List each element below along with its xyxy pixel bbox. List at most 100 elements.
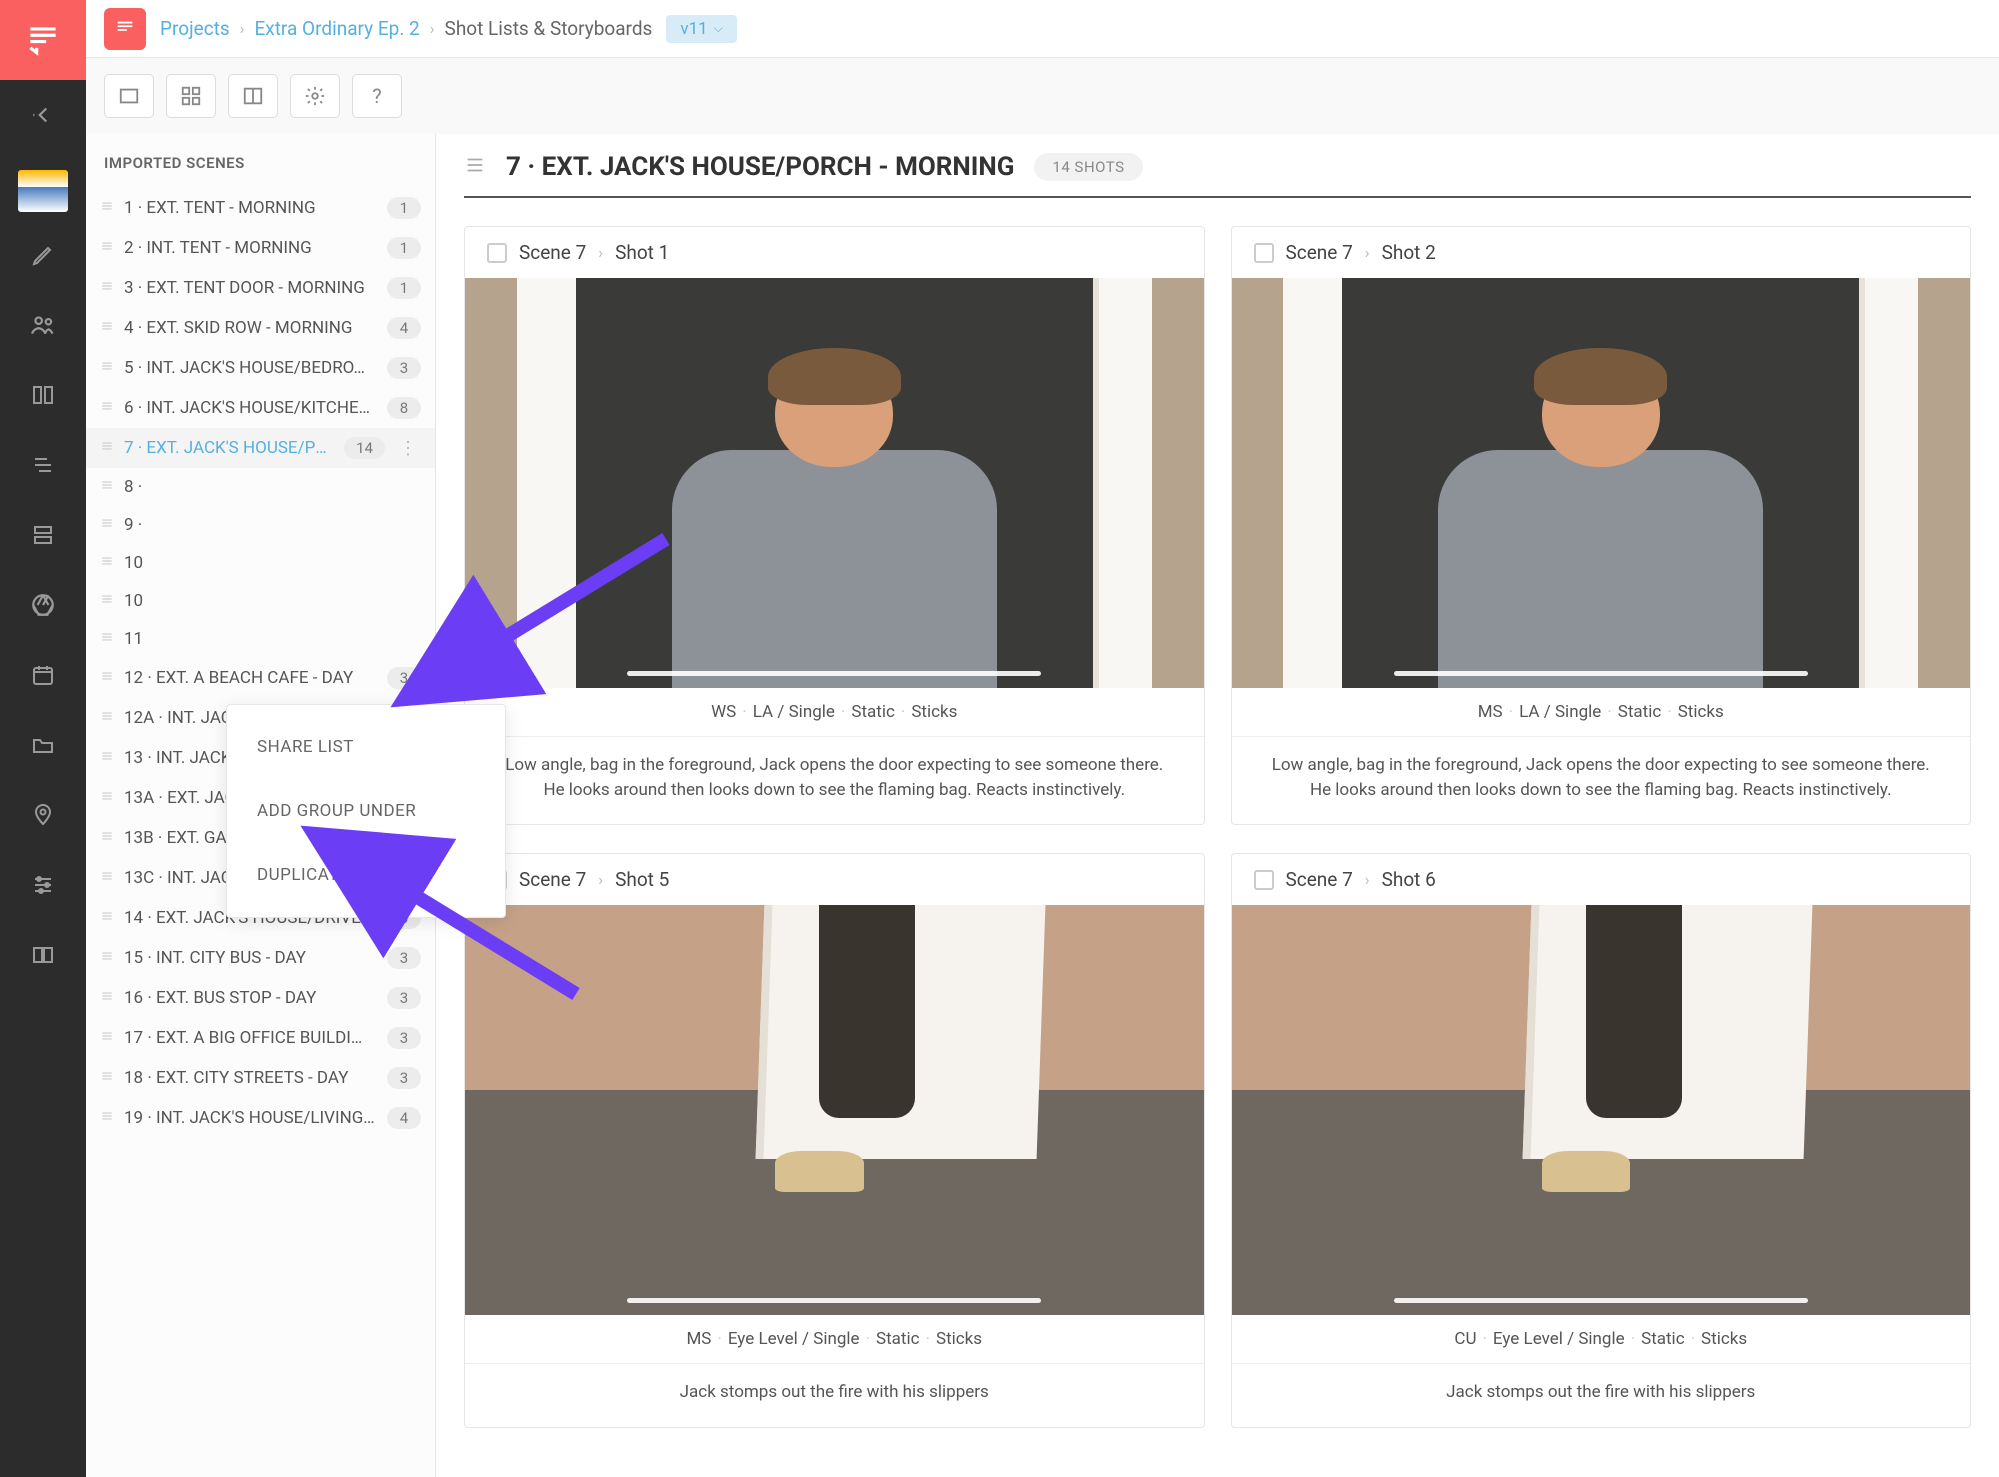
app-icon-button[interactable] [104,8,146,50]
drag-handle-icon [100,439,114,457]
shot-description: Low angle, bag in the foreground, Jack o… [465,737,1204,824]
menu-add-group[interactable]: ADD GROUP UNDER [227,779,505,843]
aperture-icon[interactable] [0,570,86,640]
location-icon[interactable] [0,780,86,850]
view-toolbar: ? [86,58,1999,134]
scene-row[interactable]: 12 · EXT. A BEACH CAFE - DAY3 [86,658,435,698]
scene-row[interactable]: 19 · INT. JACK'S HOUSE/LIVING…4 [86,1098,435,1138]
shot-checkbox[interactable] [1254,243,1274,263]
drag-handle-icon [100,669,114,687]
panel-title: IMPORTED SCENES [86,148,435,188]
scene-label: 19 · INT. JACK'S HOUSE/LIVING… [124,1108,377,1128]
scene-row[interactable]: 6 · INT. JACK'S HOUSE/KITCHE… 8 [86,388,435,428]
shot-meta: MS·LA / Single·Static·Sticks [1232,688,1971,737]
more-icon[interactable]: ⋮ [395,438,421,459]
scene-label: 10 [124,591,421,611]
scene-row[interactable]: 11 [86,620,435,658]
people-icon[interactable] [0,290,86,360]
breadcrumb-project-name[interactable]: Extra Ordinary Ep. 2 [254,17,419,40]
scene-count-badge: 3 [387,1067,421,1089]
stack-icon[interactable] [0,500,86,570]
scene-label: 15 · INT. CITY BUS - DAY [124,948,377,968]
shot-card-header: Scene 7›Shot 5 [465,854,1204,905]
help-button[interactable]: ? [352,74,402,118]
shot-number-label: Shot 5 [615,868,669,891]
app-logo[interactable] [0,0,86,80]
scene-row[interactable]: 17 · EXT. A BIG OFFICE BUILDI…3 [86,1018,435,1058]
scene-label: 7 · EXT. JACK'S HOUSE/PORC… [124,438,334,458]
shot-checkbox[interactable] [1254,870,1274,890]
sliders-icon[interactable] [0,850,86,920]
shot-card-header: Scene 7 › Shot 6 [1232,854,1971,905]
list-icon[interactable] [0,430,86,500]
shot-meta: WS·LA / Single·Static·Sticks [465,688,1204,737]
scene-row[interactable]: 15 · INT. CITY BUS - DAY3 [86,938,435,978]
shot-number-label: Shot 6 [1382,868,1436,891]
drag-handle-icon [100,1029,114,1047]
scene-row[interactable]: 10 [86,544,435,582]
shot-card[interactable]: Scene 7›Shot 5MS·Eye Level / Single·Stat… [464,853,1205,1428]
shot-scene-label: Scene 7 [1286,868,1353,891]
pencil-icon[interactable] [0,220,86,290]
shot-meta: CU·Eye Level / Single·Static·Sticks [1232,1315,1971,1364]
scene-label: 6 · INT. JACK'S HOUSE/KITCHE… [124,398,377,418]
scene-count-badge: 3 [387,357,421,379]
drag-handle-icon [100,239,114,257]
left-icon-rail [0,0,86,1477]
chevron-right-icon: › [598,870,603,889]
project-thumbnail[interactable] [18,170,68,212]
scene-row[interactable]: 16 · EXT. BUS STOP - DAY3 [86,978,435,1018]
book-icon[interactable] [0,920,86,990]
view-single-button[interactable] [104,74,154,118]
scene-row[interactable]: 8 · [86,468,435,506]
drag-handle-icon [100,829,114,847]
breadcrumb: Projects › Extra Ordinary Ep. 2 › Shot L… [160,17,652,40]
menu-share-list[interactable]: SHARE LIST [227,715,505,779]
shot-thumbnail[interactable] [1232,905,1971,1315]
folder-icon[interactable] [0,710,86,780]
view-grid-button[interactable] [166,74,216,118]
drag-handle-icon [100,909,114,927]
shot-list-header: 7 · EXT. JACK'S HOUSE/PORCH - MORNING 14… [464,152,1971,196]
scene-row[interactable]: 1 · EXT. TENT - MORNING1 [86,188,435,228]
scene-row[interactable]: 2 · INT. TENT - MORNING1 [86,228,435,268]
scene-row[interactable]: 9 · [86,506,435,544]
shot-thumbnail[interactable] [465,905,1204,1315]
scene-row[interactable]: 18 · EXT. CITY STREETS - DAY3 [86,1058,435,1098]
scene-count-badge: 8 [387,397,421,419]
calendar-icon[interactable] [0,640,86,710]
settings-button[interactable] [290,74,340,118]
shot-card[interactable]: Scene 7 › Shot 6 CU·Eye Level / Single·Stat… [1231,853,1972,1428]
drag-handle-icon [100,516,114,534]
shot-card-header: Scene 7›Shot 2 [1232,227,1971,278]
scene-row[interactable]: 10 [86,582,435,620]
scene-label: 17 · EXT. A BIG OFFICE BUILDI… [124,1028,377,1048]
drag-handle-icon [100,1109,114,1127]
shot-description: Low angle, bag in the foreground, Jack o… [1232,737,1971,824]
scene-label: 12 · EXT. A BEACH CAFE - DAY [124,668,377,688]
version-selector[interactable]: v11 ⌵ [666,15,736,43]
shot-thumbnail[interactable] [1232,278,1971,688]
shot-card[interactable]: Scene 7›Shot 2 MS·LA / Single·Static·Stic… [1231,226,1972,825]
menu-duplicate-list[interactable]: DUPLICATE LIST [227,843,505,907]
scene-row[interactable]: 3 · EXT. TENT DOOR - MORNING1 [86,268,435,308]
back-arrow-icon[interactable] [0,80,86,150]
scene-count-badge: 1 [387,197,421,219]
scene-row[interactable]: 7 · EXT. JACK'S HOUSE/PORC…14⋮ [86,428,435,468]
shot-thumbnail[interactable] [465,278,1204,688]
scene-row[interactable]: 5 · INT. JACK'S HOUSE/BEDRO…3 [86,348,435,388]
drag-handle-icon [100,989,114,1007]
view-split-button[interactable] [228,74,278,118]
shot-card[interactable]: Scene 7›Shot 1WS·LA / Single·Static·Stic… [464,226,1205,825]
chevron-right-icon: › [1365,870,1370,889]
scene-row[interactable]: 4 · EXT. SKID ROW - MORNING4 [86,308,435,348]
drag-handle-icon [100,630,114,648]
drag-handle-icon [100,949,114,967]
scene-label: 11 [124,629,421,649]
breadcrumb-projects[interactable]: Projects [160,17,230,40]
shot-checkbox[interactable] [487,243,507,263]
drag-handle-icon [100,478,114,496]
drag-handle-icon [100,709,114,727]
columns-icon[interactable] [0,360,86,430]
chevron-down-icon: ⌵ [714,21,723,36]
